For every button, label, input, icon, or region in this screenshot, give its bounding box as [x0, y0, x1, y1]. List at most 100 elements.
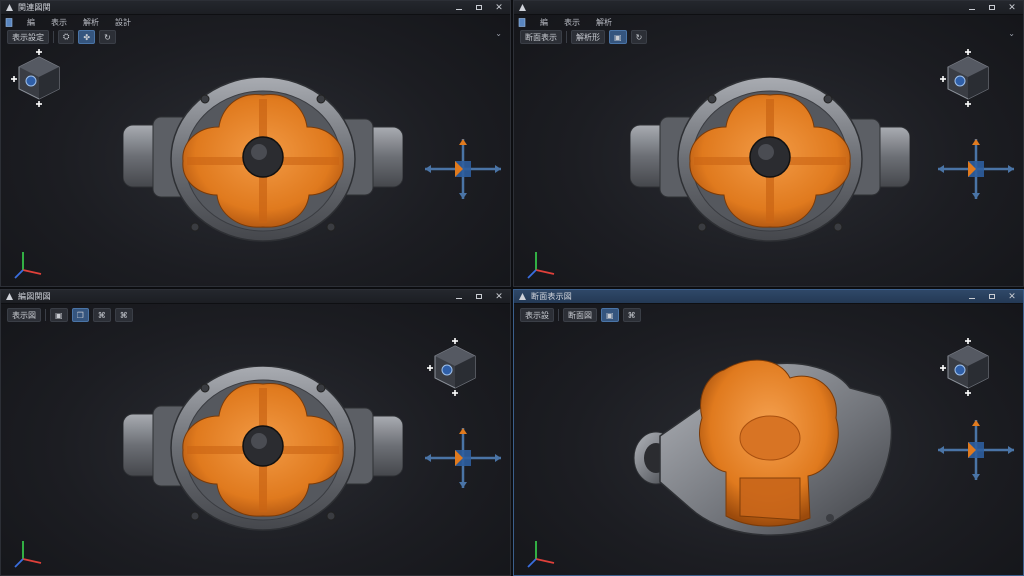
minimize-icon	[969, 298, 975, 299]
view-cube[interactable]	[938, 47, 998, 112]
manipulator-triad[interactable]	[934, 418, 1018, 485]
viewport-titlebar[interactable]: ✕	[514, 1, 1023, 15]
menu-item[interactable]: 設計	[112, 17, 134, 28]
close-icon: ✕	[495, 291, 503, 302]
toolbar-button[interactable]: 断面表示	[520, 30, 562, 44]
minimize-button[interactable]	[452, 2, 466, 13]
quad-viewport-grid: 関連図関 ✕ 編表示 解析 設計 表示設定 ⛭ ✤ ↻ ⌄ ✕ 編表示 解析 断面表示 解析形 ▣ ↻ ⌄ 編図関図…	[0, 0, 1024, 576]
view-cube[interactable]	[938, 336, 998, 401]
toolbar-button[interactable]: 表示図	[7, 308, 41, 322]
minimize-button[interactable]	[965, 2, 979, 13]
section-view-model[interactable]	[122, 76, 404, 252]
viewport-1[interactable]: 関連図関 ✕ 編表示 解析 設計 表示設定 ⛭ ✤ ↻ ⌄	[0, 0, 511, 287]
close-button[interactable]: ✕	[492, 291, 506, 302]
menu-item[interactable]: 解析	[80, 17, 102, 28]
close-icon: ✕	[1008, 291, 1016, 302]
toolbar-button[interactable]: 解析形	[571, 30, 605, 44]
viewport-titlebar[interactable]: 断面表示図 ✕	[514, 290, 1023, 304]
toolbar-button[interactable]: ⌘	[114, 308, 133, 322]
viewport-4[interactable]: 断面表示図 ✕ 表示設 断面図 ▣ ⌘	[513, 289, 1024, 576]
toolbar-button[interactable]: 断面図	[563, 308, 597, 322]
bolt-hole	[316, 383, 326, 393]
view-cube[interactable]	[9, 47, 69, 112]
toolbar-button[interactable]: 表示設定	[7, 30, 49, 44]
minimize-button[interactable]	[452, 291, 466, 302]
bolt-hole	[190, 222, 200, 232]
toolbar-button[interactable]: ▣	[50, 308, 68, 322]
toolbar-separator	[45, 309, 46, 321]
bolt-hole	[823, 94, 833, 104]
bolt-hole	[707, 94, 717, 104]
menu-item[interactable]: 編	[537, 17, 551, 28]
menu-item[interactable]: 表示	[561, 17, 583, 28]
bolt-hole	[826, 514, 834, 522]
manipulator-triad[interactable]	[934, 137, 1018, 204]
menu-item[interactable]: 表示	[48, 17, 70, 28]
manipulator-triad[interactable]	[421, 137, 505, 204]
toolbar-separator	[558, 309, 559, 321]
bolt-hole	[200, 383, 210, 393]
minimize-icon	[456, 9, 462, 10]
viewport-menubar: 編表示 解析	[518, 16, 615, 28]
toolbar-button[interactable]: ↻	[99, 30, 116, 44]
minimize-button[interactable]	[965, 291, 979, 302]
toolbar-button[interactable]: ⌘	[92, 308, 111, 322]
section-view-model[interactable]	[122, 365, 404, 541]
document-icon[interactable]	[5, 17, 14, 27]
app-icon	[5, 292, 14, 301]
restore-icon	[989, 294, 995, 299]
window-title: 関連図関	[18, 3, 51, 12]
window-controls: ✕	[452, 2, 506, 13]
toolbar-overflow-button[interactable]: ⌄	[495, 29, 502, 38]
viewport-titlebar[interactable]: 関連図関 ✕	[1, 1, 510, 15]
restore-icon	[476, 294, 482, 299]
restore-icon	[989, 5, 995, 10]
restore-button[interactable]	[472, 2, 486, 13]
toolbar-button[interactable]: ⌘	[622, 308, 641, 322]
window-controls: ✕	[452, 291, 506, 302]
toolbar-button[interactable]: ❐	[71, 308, 89, 322]
viewport-3[interactable]: 編図関図 ✕ 表示図 ▣ ❐ ⌘ ⌘	[0, 289, 511, 576]
toolbar-overflow-button[interactable]: ⌄	[1008, 29, 1015, 38]
toolbar-button[interactable]: 表示設	[520, 308, 554, 322]
close-button[interactable]: ✕	[1005, 291, 1019, 302]
app-icon	[518, 3, 527, 12]
minimize-icon	[969, 9, 975, 10]
viewport-menubar: 編表示 解析 設計	[5, 16, 134, 28]
menu-item[interactable]: 編	[24, 17, 38, 28]
window-title: 編図関図	[18, 292, 51, 301]
world-axes-indicator	[524, 246, 558, 283]
toolbar-button[interactable]: ✤	[78, 30, 96, 44]
viewport-2[interactable]: ✕ 編表示 解析断面表示 解析形 ▣ ↻ ⌄	[513, 0, 1024, 287]
section-view-model[interactable]	[629, 76, 911, 252]
restore-button[interactable]	[472, 291, 486, 302]
viewport-titlebar[interactable]: 編図関図 ✕	[1, 290, 510, 304]
restore-button[interactable]	[985, 2, 999, 13]
toolbar-button[interactable]: ▣	[601, 308, 619, 322]
bolt-hole	[697, 222, 707, 232]
view-cube[interactable]	[425, 336, 485, 401]
restore-button[interactable]	[985, 291, 999, 302]
toolbar-button[interactable]: ▣	[609, 30, 627, 44]
viewport-toolbar: 表示設定 ⛭ ✤ ↻	[7, 29, 116, 45]
bolt-hole	[326, 222, 336, 232]
world-axes-indicator	[11, 246, 45, 283]
toolbar-button[interactable]: ↻	[630, 30, 648, 44]
close-button[interactable]: ✕	[1005, 2, 1019, 13]
bolt-hole	[200, 94, 210, 104]
viewport-toolbar: 表示設 断面図 ▣ ⌘	[520, 307, 641, 323]
close-icon: ✕	[1008, 2, 1016, 13]
document-icon[interactable]	[518, 17, 527, 27]
close-button[interactable]: ✕	[492, 2, 506, 13]
toolbar-separator	[53, 31, 54, 43]
menu-item[interactable]: 解析	[593, 17, 615, 28]
bolt-hole	[833, 222, 843, 232]
toolbar-button[interactable]: ⛭	[58, 30, 75, 44]
app-icon	[5, 3, 14, 12]
manipulator-triad[interactable]	[421, 426, 505, 493]
minimize-icon	[456, 298, 462, 299]
world-axes-indicator	[11, 535, 45, 572]
section-view-model[interactable]	[630, 348, 910, 551]
app-icon	[518, 292, 527, 301]
window-title: 断面表示図	[531, 292, 572, 301]
